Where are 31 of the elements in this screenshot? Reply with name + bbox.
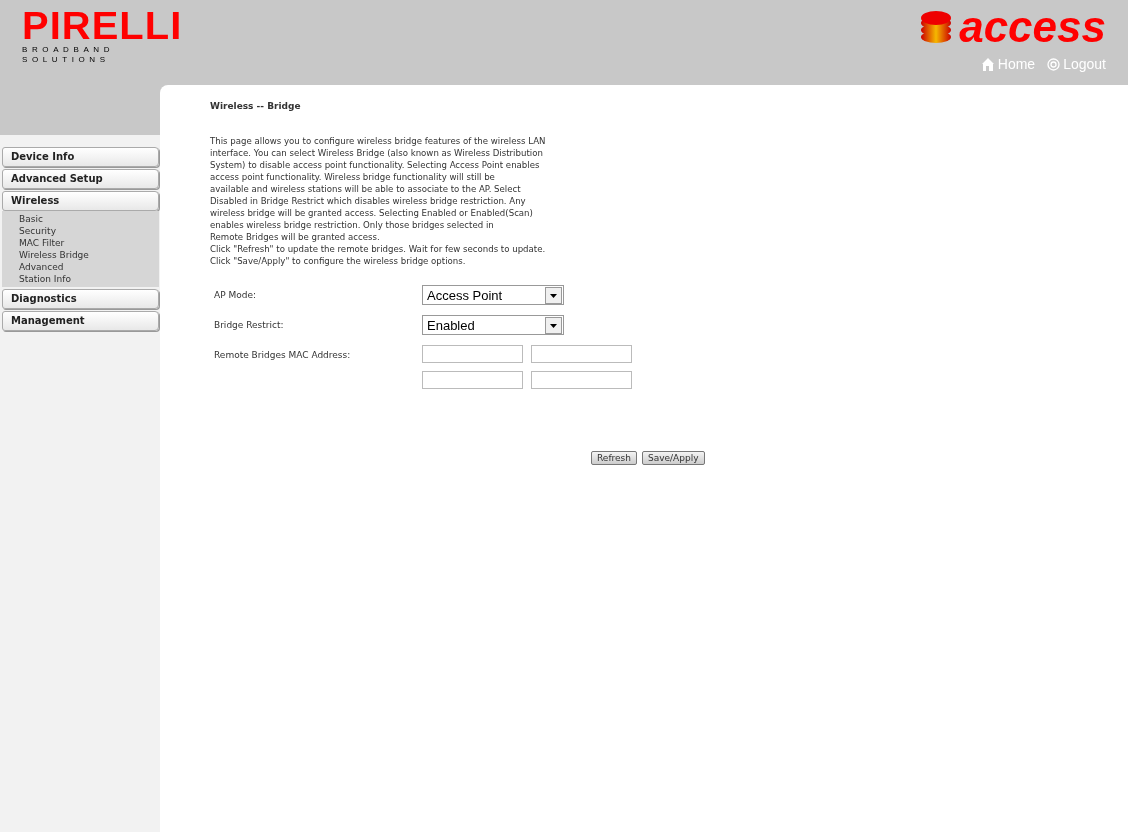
page-title: Wireless -- Bridge — [210, 101, 302, 111]
mac-address-field[interactable] — [531, 371, 632, 389]
sidebar-subitem[interactable]: Wireless Bridge — [19, 249, 159, 261]
refresh-button[interactable]: Refresh — [591, 451, 637, 465]
sidebar-item[interactable]: Diagnostics — [2, 289, 159, 309]
sidebar-item[interactable]: Management — [2, 311, 159, 331]
sidebar-subitem[interactable]: Basic — [19, 213, 159, 225]
sidebar-subitem[interactable]: Advanced — [19, 261, 159, 273]
power-ring-icon — [1047, 57, 1061, 71]
field-label: AP Mode: — [214, 289, 257, 302]
dropdown[interactable]: Access Point — [422, 285, 564, 305]
brand-logo-text: PIRELLI — [22, 8, 183, 44]
dropdown[interactable]: Enabled — [422, 315, 564, 335]
field-label: Bridge Restrict: — [214, 319, 285, 332]
sidebar-item[interactable]: Advanced Setup — [2, 169, 159, 189]
sidebar-subitem[interactable]: Security — [19, 225, 159, 237]
stacked-discs-icon — [919, 10, 954, 44]
brand-tagline: BROADBAND — [22, 46, 116, 54]
mac-address-field[interactable] — [531, 345, 632, 363]
description-text: This page allows you to configure wireless bridge features of the wireless LAN interface. You can select Wireless Bridge (also known as Wireless Distribution System) to disable access point functionality. Selecting Access Point enables access point functionality. Wireless bridge functionality will still be available and wireless stations will be able to associate to the AP. Select Disabled in Bridge Restrict which disables wireless bridge restriction. Any wireless bridge will be granted access. Selecting Enabled or Enabled(Scan) enables wireless bridge restriction. Only those bridges selected in Remote Bridges will be granted access. Click "Refresh" to update the remote bridges. Wait for few seconds to update. Click "Save/Apply" to configure the wireless bridge options. — [210, 135, 547, 267]
mac-address-field[interactable] — [422, 371, 523, 389]
save-apply-button[interactable]: Save/Apply — [642, 451, 705, 465]
sidebar-item[interactable]: Wireless — [2, 191, 159, 211]
house-icon — [980, 57, 995, 71]
mac-address-field[interactable] — [422, 345, 523, 363]
sidebar-subitem[interactable]: Station Info — [19, 273, 159, 285]
brand-tagline: SOLUTIONS — [22, 56, 111, 64]
product-logo-text: access — [959, 6, 1106, 48]
sidebar-subitem[interactable]: MAC Filter — [19, 237, 159, 249]
field-label: Remote Bridges MAC Address: — [214, 349, 352, 362]
sidebar-item[interactable]: Device Info — [2, 147, 159, 167]
